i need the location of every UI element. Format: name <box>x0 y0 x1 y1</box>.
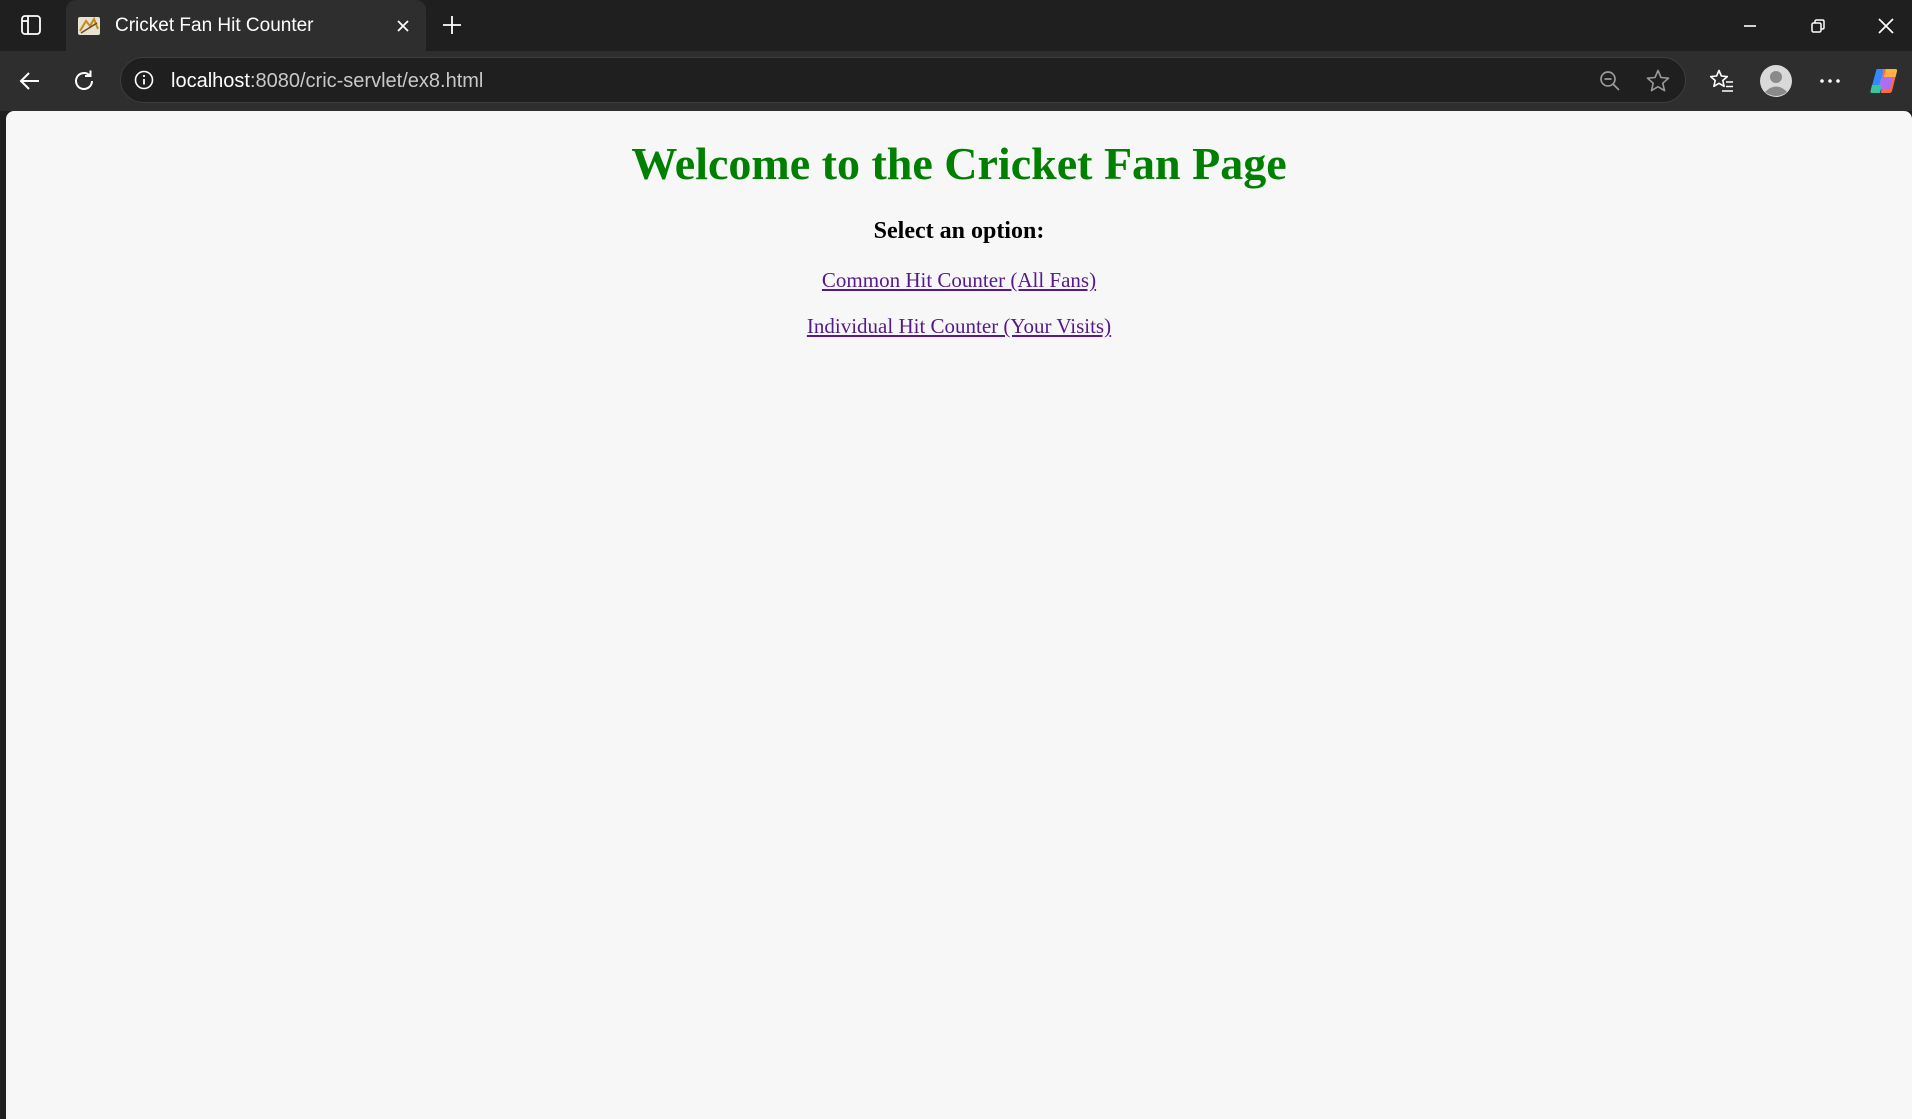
minimize-icon <box>1742 18 1758 34</box>
close-icon <box>395 18 411 34</box>
page-subheading: Select an option: <box>873 218 1045 245</box>
link-row: Individual Hit Counter (Your Visits) <box>6 314 1912 339</box>
info-icon <box>133 69 155 91</box>
copilot-icon <box>1868 65 1900 97</box>
more-icon <box>1818 69 1842 93</box>
minimize-button[interactable] <box>1716 0 1784 51</box>
refresh-button[interactable] <box>62 60 106 102</box>
plus-icon <box>441 14 463 36</box>
profile-button[interactable] <box>1754 60 1798 102</box>
browser-toolbar: localhost:8080/cric-servlet/ex8.html <box>0 51 1912 111</box>
url-host: localhost <box>171 70 250 92</box>
tab-actions-icon <box>20 14 42 36</box>
common-hit-counter-link[interactable]: Common Hit Counter (All Fans) <box>822 268 1096 292</box>
favorite-button[interactable] <box>1643 66 1673 96</box>
site-info-button[interactable] <box>131 67 157 93</box>
link-row: Common Hit Counter (All Fans) <box>6 268 1912 293</box>
zoom-out-icon <box>1598 69 1622 93</box>
favorites-button[interactable] <box>1700 60 1744 102</box>
url-text[interactable]: localhost:8080/cric-servlet/ex8.html <box>171 70 483 93</box>
more-button[interactable] <box>1808 60 1852 102</box>
tab-strip: Cricket Fan Hit Counter <box>0 0 1912 51</box>
page-viewport: Welcome to the Cricket Fan Page Select a… <box>6 111 1912 1119</box>
restore-button[interactable] <box>1784 0 1852 51</box>
page-heading: Welcome to the Cricket Fan Page <box>631 138 1287 189</box>
back-button[interactable] <box>8 60 52 102</box>
new-tab-button[interactable] <box>432 6 472 44</box>
close-icon <box>1877 17 1895 35</box>
restore-icon <box>1810 18 1826 34</box>
close-tab-button[interactable] <box>388 11 418 41</box>
zoom-button[interactable] <box>1595 66 1625 96</box>
refresh-icon <box>71 68 97 94</box>
profile-icon <box>1759 64 1793 98</box>
close-window-button[interactable] <box>1852 0 1912 51</box>
favorites-icon <box>1709 68 1735 94</box>
individual-hit-counter-link[interactable]: Individual Hit Counter (Your Visits) <box>807 314 1111 338</box>
tomcat-icon <box>77 14 101 38</box>
address-bar[interactable]: localhost:8080/cric-servlet/ex8.html <box>120 57 1686 103</box>
browser-tab[interactable]: Cricket Fan Hit Counter <box>66 0 426 51</box>
page-content: Welcome to the Cricket Fan Page Select a… <box>6 136 1912 339</box>
back-arrow-icon <box>17 68 43 94</box>
url-path: :8080/cric-servlet/ex8.html <box>249 70 484 92</box>
tab-title: Cricket Fan Hit Counter <box>115 14 314 36</box>
tab-actions-button[interactable] <box>8 6 54 44</box>
copilot-button[interactable] <box>1862 60 1906 102</box>
star-icon <box>1645 68 1671 94</box>
